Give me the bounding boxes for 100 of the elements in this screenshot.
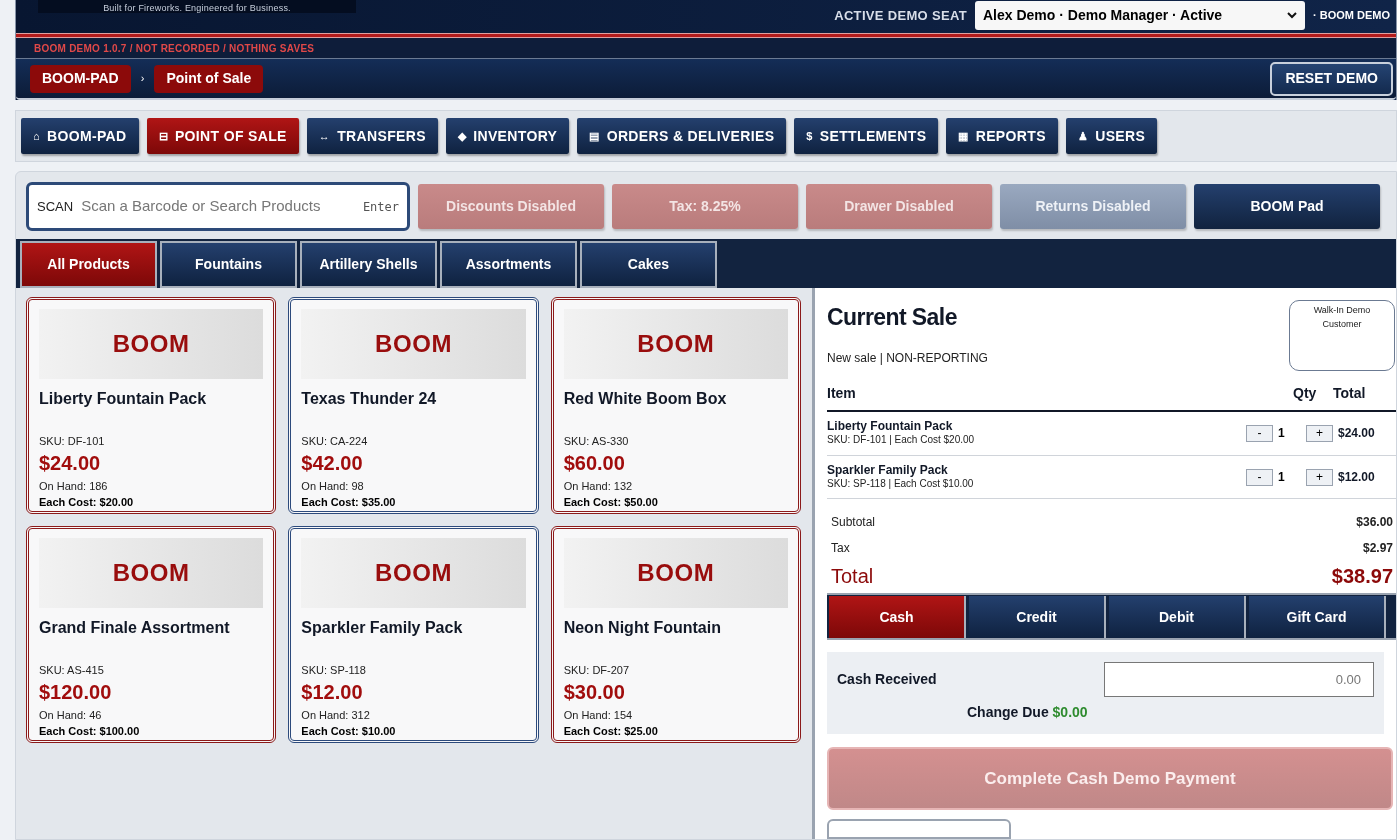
column-header: Total — [1333, 384, 1367, 403]
on-hand: On Hand: 46 — [39, 707, 103, 723]
product-price: $30.00 — [563, 679, 626, 705]
product-sku: SKU: SP-118 — [301, 663, 367, 678]
scan-box[interactable]: SCAN Scan a Barcode or Search Products Enter — [26, 182, 410, 231]
nav-tab[interactable]: ▦ REPORTS — [946, 118, 1058, 154]
on-hand: On Hand: 98 — [301, 478, 365, 494]
product-sku: SKU: AS-330 — [563, 434, 630, 449]
product-price: $12.00 — [301, 679, 364, 705]
line-total: $24.00 — [1337, 425, 1376, 443]
cash-received-field[interactable]: 0.00 — [1104, 662, 1374, 698]
secondary-button[interactable] — [827, 819, 1011, 839]
each-cost: Each Cost: $50.00 — [563, 495, 659, 510]
on-hand: On Hand: 312 — [301, 707, 371, 723]
on-hand: On Hand: 154 — [563, 707, 634, 723]
product-image-label: BOOM — [374, 558, 452, 588]
each-cost: Each Cost: $25.00 — [563, 724, 659, 739]
payment-tab[interactable]: Credit — [969, 596, 1106, 639]
sale-title: Current Sale — [827, 303, 958, 332]
tax-value: $2.97 — [1362, 540, 1393, 558]
product-name: Sparkler Family Pack — [301, 618, 464, 638]
product-name: Texas Thunder 24 — [301, 389, 438, 409]
product-image-label: BOOM — [112, 558, 190, 588]
product-card[interactable]: BOOM Neon Night Fountain SKU: DF-207 $30.00 On Hand: 154 Each Cost: $25.00 — [550, 526, 801, 743]
subtotal-value: $36.00 — [1356, 514, 1393, 532]
decrease-button[interactable]: - — [1246, 424, 1273, 442]
reset-demo-button[interactable]: RESET DEMO — [1270, 61, 1393, 96]
product-card[interactable]: BOOM Liberty Fountain Pack SKU: DF-101 $24.00 On Hand: 186 Each Cost: $20.00 — [26, 297, 277, 514]
payment-tab[interactable]: Gift Card — [1249, 596, 1386, 639]
on-hand: On Hand: 186 — [39, 478, 109, 494]
product-name: Neon Night Fountain — [563, 618, 722, 638]
seat-select[interactable]: Alex Demo · Demo Manager · Active — [975, 1, 1305, 30]
nav-tab[interactable]: ⌂ BOOM-PAD — [21, 118, 139, 154]
on-hand: On Hand: 132 — [563, 478, 634, 494]
column-header: Item — [827, 384, 857, 403]
nav-tab[interactable]: $ SETTLEMENTS — [794, 118, 939, 154]
category-tab[interactable]: All Products — [20, 241, 157, 288]
chevron-down-icon — [1287, 12, 1297, 19]
total-label: Total — [831, 564, 874, 590]
demo-notice-text: BOOM DEMO 1.0.7 / NOT RECORDED / NOTHING SAVES — [34, 42, 315, 56]
breadcrumb-separator: › — [140, 71, 145, 87]
line-item-name: Sparkler Family Pack — [827, 464, 949, 478]
category-tab[interactable]: Assortments — [440, 241, 577, 288]
payment-tab[interactable]: Debit — [1109, 596, 1246, 639]
category-tab[interactable]: Artillery Shells — [300, 241, 437, 288]
tagline: Built for Fireworks. Engineered for Business. — [103, 3, 291, 13]
payment-tab[interactable]: Cash — [829, 596, 966, 639]
cash-received-label: Cash Received — [837, 670, 937, 690]
product-card[interactable]: BOOM Texas Thunder 24 SKU: CA-224 $42.00 On Hand: 98 Each Cost: $35.00 — [288, 297, 539, 514]
product-card[interactable]: BOOM Red White Boom Box SKU: AS-330 $60.00 On Hand: 132 Each Cost: $50.00 — [550, 297, 801, 514]
each-cost: Each Cost: $20.00 — [39, 495, 135, 510]
each-cost: Each Cost: $35.00 — [301, 495, 397, 510]
decrease-button[interactable]: - — [1246, 468, 1273, 486]
category-tab[interactable]: Fountains — [160, 241, 297, 288]
nav-tab[interactable]: ⊟ POINT OF SALE — [146, 118, 299, 154]
product-name: Liberty Fountain Pack — [39, 389, 208, 409]
product-card[interactable]: BOOM Grand Finale Assortment SKU: AS-415 $120.00 On Hand: 46 Each Cost: $100.00 — [26, 526, 277, 743]
increase-button[interactable]: + — [1306, 468, 1333, 486]
scan-label: SCAN — [37, 197, 74, 216]
product-sku: SKU: DF-207 — [563, 663, 631, 678]
line-item-detail: SKU: DF-101 | Each Cost $20.00 — [827, 433, 976, 447]
customer-box[interactable]: Walk-In Demo Customer — [1289, 300, 1395, 371]
nav-tab[interactable]: ▤ ORDERS & DELIVERIES — [577, 118, 787, 154]
tax-label: Tax — [831, 540, 850, 558]
quantity: 1 — [1277, 469, 1286, 487]
product-price: $120.00 — [39, 679, 113, 705]
product-image-label: BOOM — [637, 558, 715, 588]
each-cost: Each Cost: $10.00 — [301, 724, 397, 739]
line-item-detail: SKU: SP-118 | Each Cost $10.00 — [827, 477, 975, 491]
product-image-label: BOOM — [374, 329, 452, 359]
sale-subtitle: New sale | NON-REPORTING — [827, 349, 988, 367]
product-card[interactable]: BOOM Sparkler Family Pack SKU: SP-118 $12.00 On Hand: 312 Each Cost: $10.00 — [288, 526, 539, 743]
product-image-label: BOOM — [112, 329, 190, 359]
product-price: $42.00 — [301, 450, 364, 476]
enter-hint: Enter — [362, 198, 399, 216]
search-field[interactable]: Scan a Barcode or Search Products — [81, 195, 355, 218]
product-price: $24.00 — [39, 450, 102, 476]
breadcrumb-link[interactable]: BOOM-PAD — [30, 64, 131, 93]
toolbar-button[interactable]: BOOM Pad — [1194, 184, 1380, 229]
breadcrumb-link[interactable]: Point of Sale — [154, 64, 264, 93]
seat-suffix: · BOOM DEMO — [1313, 8, 1390, 24]
nav-tab[interactable]: ◆ INVENTORY — [445, 118, 570, 154]
subtotal-label: Subtotal — [831, 514, 876, 532]
line-total: $12.00 — [1337, 469, 1376, 487]
product-sku: SKU: DF-101 — [39, 434, 106, 449]
quantity: 1 — [1277, 425, 1286, 443]
increase-button[interactable]: + — [1306, 424, 1333, 442]
change-due: Change Due $0.00 — [967, 704, 1088, 721]
category-tab[interactable]: Cakes — [580, 241, 717, 288]
each-cost: Each Cost: $100.00 — [39, 724, 141, 739]
product-price: $60.00 — [563, 450, 626, 476]
nav-tab[interactable]: ♟ USERS — [1065, 118, 1158, 154]
total-value: $38.97 — [1331, 564, 1393, 590]
column-header: Qty — [1293, 384, 1318, 403]
line-item-name: Liberty Fountain Pack — [827, 420, 954, 434]
product-image-label: BOOM — [637, 329, 715, 359]
product-name: Red White Boom Box — [563, 389, 728, 409]
product-name: Grand Finale Assortment — [39, 618, 231, 638]
nav-tab[interactable]: ↔ TRANSFERS — [306, 118, 438, 154]
seat-label: ACTIVE DEMO SEAT — [834, 6, 967, 25]
